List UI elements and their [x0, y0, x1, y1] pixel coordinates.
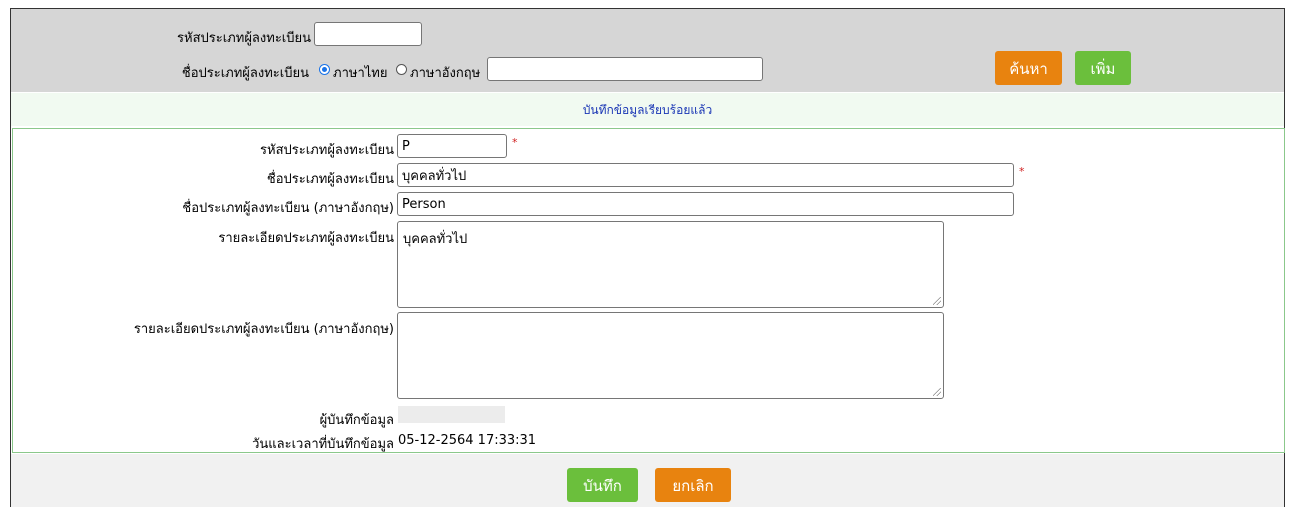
datetime-label: วันและเวลาที่บันทึกข้อมูล [252, 437, 394, 452]
code-required-mark: * [512, 136, 518, 149]
detail-textarea[interactable]: บุคคลทั่วไป [397, 221, 944, 308]
save-button[interactable]: บันทึก [567, 468, 638, 502]
radio-english[interactable] [396, 64, 407, 75]
resize-handle-icon[interactable] [933, 297, 941, 305]
recorder-value-box [398, 406, 505, 423]
add-button[interactable]: เพิ่ม [1075, 51, 1131, 85]
datetime-value: 05-12-2564 17:33:31 [398, 433, 537, 448]
detail-en-label: รายละเอียดประเภทผู้ลงทะเบียน (ภาษาอังกฤษ… [133, 322, 394, 337]
search-name-label: ชื่อประเภทผู้ลงทะเบียน [181, 66, 309, 81]
detail-text: บุคคลทั่วไป [403, 232, 468, 247]
code-label: รหัสประเภทผู้ลงทะเบียน [260, 143, 394, 158]
detail-label: รายละเอียดประเภทผู้ลงทะเบียน [218, 231, 394, 246]
resize-handle-icon[interactable] [933, 388, 941, 396]
code-input[interactable] [397, 134, 507, 158]
search-code-input[interactable] [314, 22, 422, 46]
name-en-label: ชื่อประเภทผู้ลงทะเบียน (ภาษาอังกฤษ) [182, 201, 394, 216]
recorder-label: ผู้บันทึกข้อมูล [319, 413, 394, 428]
radio-thai[interactable] [319, 64, 330, 75]
name-input[interactable] [397, 163, 1014, 187]
search-code-label: รหัสประเภทผู้ลงทะเบียน [177, 31, 311, 46]
radio-english-label[interactable]: ภาษาอังกฤษ [410, 62, 480, 83]
message-bar: บันทึกข้อมูลเรียบร้อยแล้ว [11, 93, 1284, 126]
cancel-button[interactable]: ยกเลิก [655, 468, 731, 502]
detail-en-textarea[interactable] [397, 312, 944, 399]
radio-thai-label[interactable]: ภาษาไทย [333, 62, 387, 83]
search-button[interactable]: ค้นหา [995, 51, 1062, 85]
name-required-mark: * [1019, 165, 1025, 178]
search-name-input[interactable] [487, 57, 763, 81]
name-en-input[interactable] [397, 192, 1014, 216]
action-bar [11, 454, 1284, 507]
success-message: บันทึกข้อมูลเรียบร้อยแล้ว [582, 103, 713, 117]
name-label: ชื่อประเภทผู้ลงทะเบียน [266, 172, 394, 187]
